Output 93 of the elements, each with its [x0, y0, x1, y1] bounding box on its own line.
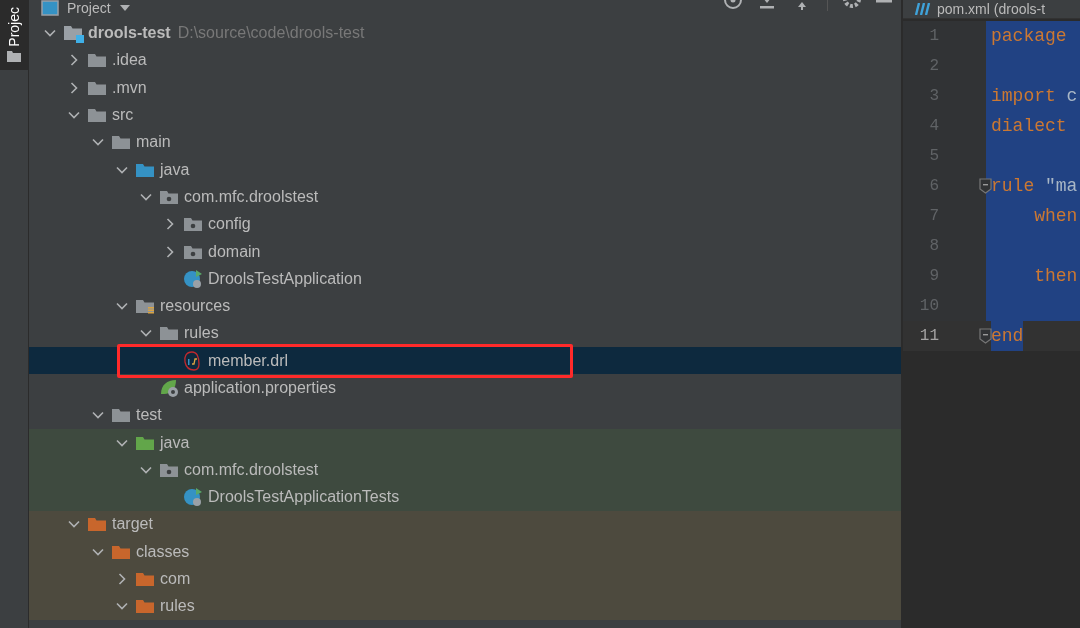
item-label: domain — [208, 241, 261, 262]
tree-item[interactable]: DroolsTestApplication — [29, 265, 901, 293]
tree-item[interactable]: com.mfc.droolstest — [29, 183, 901, 211]
drools-file-icon — [183, 350, 201, 371]
chevron-right-icon[interactable] — [68, 54, 80, 67]
item-label: main — [136, 132, 171, 153]
code-keyword: import — [991, 84, 1056, 108]
tree-item[interactable]: test — [29, 401, 901, 429]
item-label: DroolsTestApplication — [208, 268, 362, 289]
maven-file-icon — [913, 3, 933, 15]
folder-icon — [135, 598, 155, 615]
item-label: config — [208, 214, 251, 235]
chevron-right-icon[interactable] — [164, 218, 176, 231]
item-label: member.drl — [208, 350, 289, 371]
tree-item[interactable]: config — [29, 210, 901, 238]
folder-icon — [135, 571, 155, 588]
item-label: application.properties — [184, 378, 337, 398]
folder-icon — [135, 161, 155, 178]
item-label: test — [136, 405, 162, 426]
panel-icon — [41, 0, 59, 16]
chevron-right-icon[interactable] — [116, 573, 128, 586]
item-label: classes — [136, 541, 190, 562]
folder-icon — [7, 51, 21, 62]
resources-folder-icon — [135, 298, 155, 315]
tree-item[interactable]: com.mfc.droolstest — [29, 456, 901, 484]
item-label: java — [160, 432, 190, 453]
tree-item[interactable]: src — [29, 101, 901, 129]
item-label: resources — [160, 296, 231, 317]
tree-item[interactable]: .mvn — [29, 74, 901, 102]
properties-file-icon — [159, 378, 181, 398]
tree-item[interactable]: rules — [29, 319, 901, 348]
tab-label: Projec — [7, 7, 21, 47]
dropdown-icon[interactable] — [118, 4, 131, 12]
code-keyword: when — [1033, 204, 1078, 228]
folder-icon — [87, 52, 107, 69]
folder-icon — [159, 325, 179, 342]
fold-icon[interactable] — [979, 178, 992, 194]
folder-icon — [135, 434, 155, 451]
expand-all-icon[interactable] — [757, 0, 777, 10]
item-label: DroolsTestApplicationTests — [208, 487, 400, 508]
package-folder-icon — [183, 243, 203, 260]
tree-item[interactable]: member.drl — [29, 347, 901, 375]
settings-icon[interactable] — [842, 0, 862, 10]
folder-icon — [87, 79, 107, 96]
module-path: D:\source\code\drools-test — [177, 23, 365, 44]
code-keyword: rule — [991, 174, 1035, 198]
tree-item[interactable]: rules — [29, 592, 901, 621]
tree-item[interactable]: domain — [29, 237, 901, 266]
code-keyword: end — [991, 324, 1024, 348]
tree-item[interactable]: java — [29, 156, 901, 184]
folder-icon — [111, 407, 131, 424]
tree-item[interactable]: classes — [29, 538, 901, 566]
tree-item[interactable]: target — [29, 510, 901, 539]
item-label: .idea — [112, 50, 147, 71]
folder-icon — [87, 107, 107, 124]
code-keyword: then — [1033, 264, 1078, 288]
item-label: java — [160, 159, 190, 180]
folder-icon — [111, 134, 131, 151]
item-label: .mvn — [112, 77, 147, 98]
package-folder-icon — [159, 188, 179, 205]
tree-item[interactable]: java — [29, 428, 901, 457]
package-folder-icon — [183, 216, 203, 233]
code-text: c — [1065, 84, 1078, 108]
folder-icon — [87, 516, 107, 533]
item-label: rules — [184, 323, 219, 344]
tree-item[interactable]: DroolsTestApplicationTests — [29, 483, 901, 511]
item-label: target — [112, 514, 153, 535]
item-label: com.mfc.droolstest — [184, 459, 319, 480]
code-keyword: package — [991, 24, 1067, 48]
chevron-right-icon[interactable] — [164, 245, 176, 258]
project-tool-tab[interactable]: Projec — [0, 0, 28, 70]
package-folder-icon — [159, 461, 179, 478]
panel-title: Project — [67, 0, 111, 16]
tree-item[interactable]: application.properties — [29, 374, 901, 402]
tree-item[interactable]: com — [29, 565, 901, 593]
tab-label: pom.xml (drools-t — [937, 1, 1046, 17]
fold-icon[interactable] — [979, 328, 992, 344]
minimize-icon[interactable] — [876, 0, 892, 6]
tree-item[interactable]: main — [29, 128, 901, 156]
tree-item[interactable]: resources — [29, 292, 901, 320]
item-label: rules — [160, 596, 195, 617]
item-label: com — [160, 569, 191, 590]
chevron-right-icon[interactable] — [68, 81, 80, 94]
item-label: src — [112, 105, 134, 126]
line-number: 11 — [918, 326, 939, 347]
tree-item[interactable]: .idea — [29, 46, 901, 75]
code-text: "ma — [1044, 174, 1078, 198]
item-label: drools-test — [88, 23, 171, 44]
tree-item[interactable]: drools-test D:\source\code\drools-test — [29, 19, 901, 47]
module-folder-icon — [63, 23, 85, 44]
folder-icon — [111, 543, 131, 560]
item-label: com.mfc.droolstest — [184, 186, 319, 207]
code-keyword: dialect — [991, 114, 1067, 138]
